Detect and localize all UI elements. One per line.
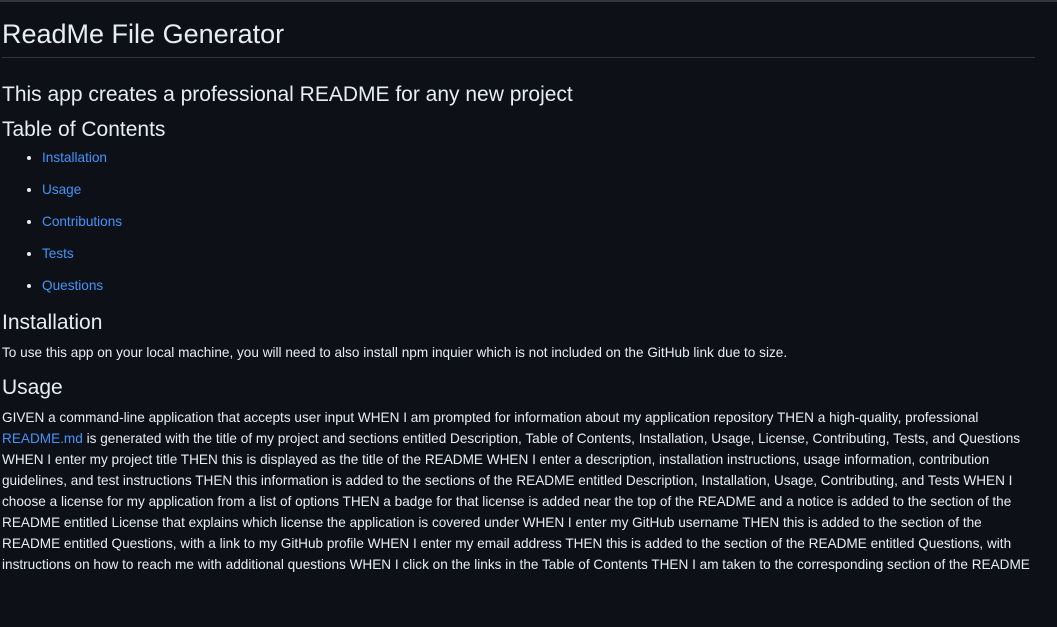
page-title: ReadMe File Generator (2, 0, 1035, 58)
toc-link-contributions[interactable]: Contributions (42, 214, 122, 229)
usage-text-part2: is generated with the title of my projec… (2, 431, 1030, 572)
toc-item-installation: Installation (42, 149, 1037, 167)
toc-item-tests: Tests (42, 245, 1037, 263)
readme-content: ReadMe File Generator This app creates a… (0, 0, 1057, 575)
installation-heading: Installation (2, 311, 103, 334)
readme-md-link[interactable]: README.md (2, 431, 83, 446)
usage-text: GIVEN a command-line application that ac… (2, 407, 1042, 575)
toc-list: Installation Usage Contributions Tests Q… (2, 149, 1037, 295)
project-description-heading: This app creates a professional README f… (2, 83, 573, 106)
readme-page: ReadMe File Generator This app creates a… (0, 0, 1057, 627)
installation-text: To use this app on your local machine, y… (2, 345, 788, 360)
usage-heading: Usage (2, 376, 63, 399)
toc-link-questions[interactable]: Questions (42, 278, 103, 293)
toc-link-usage[interactable]: Usage (42, 182, 81, 197)
toc-item-usage: Usage (42, 181, 1037, 199)
usage-text-part1: GIVEN a command-line application that ac… (2, 410, 979, 425)
toc-link-tests[interactable]: Tests (42, 246, 74, 261)
toc-item-questions: Questions (42, 277, 1037, 295)
toc-item-contributions: Contributions (42, 213, 1037, 231)
toc-link-installation[interactable]: Installation (42, 150, 107, 165)
top-divider (0, 0, 1057, 2)
toc-heading: Table of Contents (2, 118, 166, 141)
